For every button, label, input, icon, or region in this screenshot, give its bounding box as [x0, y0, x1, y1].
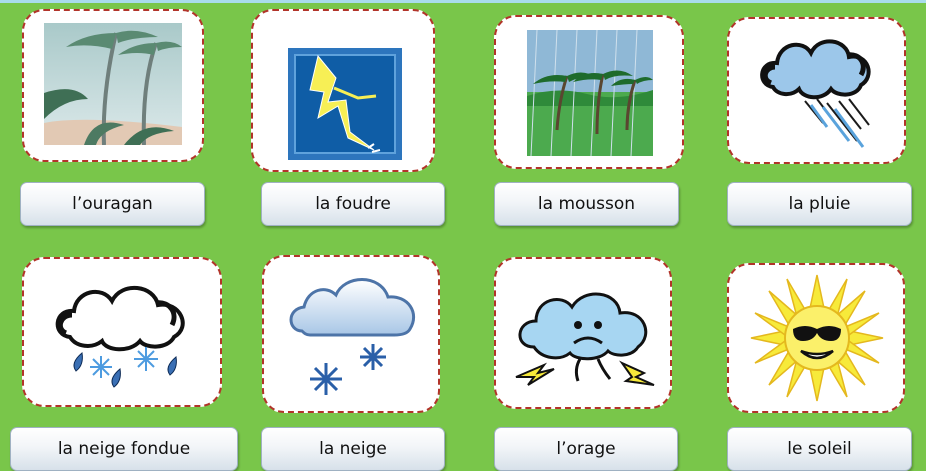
label-button[interactable]: l’ouragan — [20, 182, 205, 226]
hurricane-icon — [44, 23, 182, 145]
card-hurricane[interactable] — [22, 9, 204, 162]
label-button[interactable]: l’orage — [494, 427, 678, 471]
storm-icon — [515, 292, 655, 386]
card-snow[interactable] — [262, 255, 440, 413]
rain-icon — [760, 39, 871, 148]
label-button[interactable]: la neige fondue — [10, 427, 238, 471]
card-lightning[interactable] — [251, 9, 435, 172]
label-button[interactable]: la foudre — [261, 182, 445, 226]
card-sun[interactable] — [727, 263, 905, 413]
card-monsoon[interactable] — [494, 15, 684, 169]
snow-icon — [289, 278, 416, 395]
top-edge-line — [0, 0, 926, 3]
card-storm[interactable] — [494, 257, 672, 409]
label-button[interactable]: la mousson — [494, 182, 679, 226]
card-sleet[interactable] — [22, 257, 222, 407]
monsoon-icon — [527, 30, 653, 156]
label-button[interactable]: le soleil — [727, 427, 912, 471]
card-rain[interactable] — [727, 17, 906, 164]
sun-icon — [750, 274, 884, 402]
label-button[interactable]: la pluie — [727, 182, 912, 226]
sleet-icon — [55, 285, 185, 388]
lightning-icon — [288, 48, 402, 160]
label-button[interactable]: la neige — [261, 427, 445, 471]
